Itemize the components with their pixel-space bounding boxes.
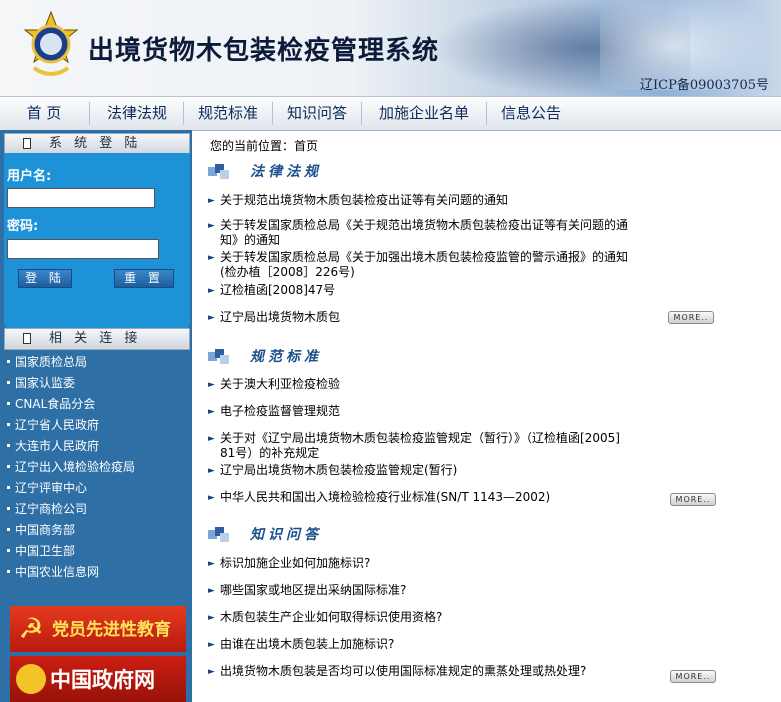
list-item[interactable]: ► 标识加施企业如何加施标识?	[208, 556, 638, 571]
login-button[interactable]: 登 陆	[18, 269, 72, 288]
password-input[interactable]	[7, 239, 159, 259]
link-cnca[interactable]: 国家认监委	[4, 373, 190, 393]
nav-qa[interactable]: 知识问答	[274, 97, 360, 130]
link-liaoning-gov[interactable]: 辽宁省人民政府	[4, 415, 190, 435]
section-title-laws: 法律法规	[250, 164, 322, 180]
ciq-emblem-icon	[23, 10, 79, 76]
section-icon	[208, 527, 230, 542]
username-label: 用户名:	[7, 169, 52, 184]
gov-portal-banner[interactable]: 中国政府网	[10, 656, 186, 702]
nav-divider	[183, 102, 184, 125]
list-item[interactable]: ► 电子检疫监督管理规范	[208, 404, 638, 419]
list-item[interactable]: ► 关于澳大利亚检疫检验	[208, 377, 638, 392]
list-item[interactable]: ► 木质包装生产企业如何取得标识使用资格?	[208, 610, 638, 625]
link-aqsiq[interactable]: 国家质检总局	[4, 352, 190, 372]
icp-number: 辽ICP备09003705号	[640, 78, 769, 93]
list-item[interactable]: ► 哪些国家或地区提出采纳国际标准?	[208, 583, 638, 598]
list-item[interactable]: ► 关于转发国家质检总局《关于规范出境货物木质包装检疫出证等有关问题的通 知》的通知	[208, 218, 638, 248]
section-title-qa: 知识问答	[250, 527, 322, 543]
link-moh[interactable]: 中国卫生部	[4, 541, 190, 561]
sidebar: 系 统 登 陆 用户名: 密码: 登 陆 重 置 相 关 连 接 国家质检总局 …	[0, 130, 192, 702]
nav-divider	[361, 102, 362, 125]
login-form: 用户名: 密码: 登 陆 重 置	[4, 153, 190, 323]
username-input[interactable]	[7, 188, 155, 208]
links-title: 相 关 连 接	[49, 331, 142, 346]
main-nav: 首 页 法律法规 规范标准 知识问答 加施企业名单 信息公告	[0, 96, 781, 131]
gov-portal-text: 中国政府网	[50, 667, 155, 692]
breadcrumb: 您的当前位置：首页	[210, 139, 319, 153]
hammer-sickle-icon: ☭	[18, 612, 44, 645]
section-icon	[208, 349, 230, 364]
login-title: 系 统 登 陆	[49, 136, 142, 151]
list-item[interactable]: ► 出境货物木质包装是否均可以使用国际标准规定的熏蒸处理或热处理?	[208, 664, 638, 679]
section-header-qa: 知识问答	[208, 523, 768, 545]
national-emblem-icon	[16, 664, 46, 694]
list-item[interactable]: ► 由谁在出境木质包装上加施标识?	[208, 637, 638, 652]
list-item[interactable]: ► 辽宁局出境货物木质包	[208, 310, 638, 325]
list-item[interactable]: ► 关于规范出境货物木质包装检疫出证等有关问题的通知	[208, 193, 638, 208]
party-education-text: 党员先进性教育	[52, 620, 171, 640]
list-item[interactable]: ► 辽检植函[2008]47号	[208, 283, 638, 298]
links-header: 相 关 连 接	[4, 328, 190, 350]
party-education-banner[interactable]: ☭ 党员先进性教育	[10, 606, 186, 652]
nav-laws[interactable]: 法律法规	[92, 97, 182, 130]
section-header-standards: 规范标准	[208, 345, 768, 367]
header-banner: 出境货物木包装检疫管理系统 辽ICP备09003705号	[0, 0, 781, 96]
link-agri-info[interactable]: 中国农业信息网	[4, 562, 190, 582]
link-liaoning-ciq[interactable]: 辽宁出入境检验检疫局	[4, 457, 190, 477]
list-item[interactable]: ► 中华人民共和国出入境检验检疫行业标准(SN/T 1143—2002)	[208, 490, 638, 505]
list-item[interactable]: ► 关于对《辽宁局出境货物木质包装检疫监管规定（暂行）》（辽检植函[2005] 81…	[208, 431, 638, 461]
section-title-standards: 规范标准	[250, 349, 322, 365]
link-cnal[interactable]: CNAL食品分会	[4, 394, 190, 414]
link-mofcom[interactable]: 中国商务部	[4, 520, 190, 540]
link-review-center[interactable]: 辽宁评审中心	[4, 478, 190, 498]
nav-standards[interactable]: 规范标准	[185, 97, 271, 130]
reset-button[interactable]: 重 置	[114, 269, 174, 288]
site-title: 出境货物木包装检疫管理系统	[88, 36, 440, 66]
link-dalian-gov[interactable]: 大连市人民政府	[4, 436, 190, 456]
nav-announcements[interactable]: 信息公告	[488, 97, 574, 130]
list-item[interactable]: ► 关于转发国家质检总局《关于加强出境木质包装检疫监管的警示通报》的通知 (检办植［…	[208, 250, 638, 280]
password-label: 密码:	[7, 219, 39, 234]
nav-home[interactable]: 首 页	[0, 97, 88, 130]
more-button-laws[interactable]: MORE..	[668, 311, 714, 324]
document-icon	[23, 333, 31, 344]
link-inspection-company[interactable]: 辽宁商检公司	[4, 499, 190, 519]
section-icon	[208, 164, 230, 179]
nav-divider	[486, 102, 487, 125]
list-item[interactable]: ► 辽宁局出境货物木质包装检疫监管规定(暂行)	[208, 463, 638, 478]
nav-enterprise-list[interactable]: 加施企业名单	[363, 97, 485, 130]
more-button-standards[interactable]: MORE..	[670, 493, 716, 506]
nav-divider	[272, 102, 273, 125]
login-header: 系 统 登 陆	[4, 133, 190, 155]
document-icon	[23, 138, 31, 149]
nav-divider	[89, 102, 90, 125]
section-header-laws: 法律法规	[208, 160, 768, 182]
main-content: 您的当前位置：首页 法律法规 ► 关于规范出境货物木质包装检疫出证等有关问题的通知…	[192, 130, 781, 702]
more-button-qa[interactable]: MORE..	[670, 670, 716, 683]
